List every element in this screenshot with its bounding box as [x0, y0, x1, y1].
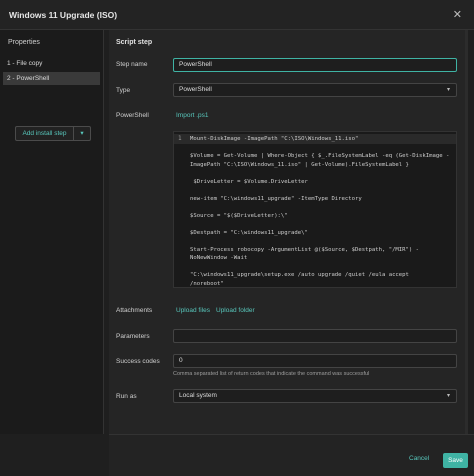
chevron-down-icon: ▾ — [446, 87, 450, 93]
upload-files-link[interactable]: Upload files — [176, 307, 210, 314]
code-line: $Volume = Get-Volume | Where-Object { $_… — [190, 153, 450, 159]
code-editor[interactable]: 1 Mount-DiskImage -ImagePath "C:\ISO\Win… — [173, 131, 457, 288]
attachments-label: Attachments — [116, 307, 153, 314]
footer-bar: Cancel Save — [109, 434, 474, 476]
save-button[interactable]: Save — [443, 453, 468, 468]
success-codes-input[interactable]: 0 — [173, 354, 457, 368]
title-bar: Windows 11 Upgrade (ISO) ✕ — [0, 0, 474, 30]
line-number: 1 — [178, 135, 182, 142]
sidebar-item-file-copy[interactable]: 1 - File copy — [3, 57, 100, 70]
type-label: Type — [116, 87, 131, 94]
parameters-input[interactable] — [173, 329, 457, 343]
type-select[interactable]: PowerShell ▾ — [173, 83, 457, 97]
type-value: PowerShell — [179, 86, 212, 93]
code-line: Start-Process robocopy -ArgumentList @($… — [190, 246, 420, 253]
code-line: "C:\windows11_upgrade\setup.exe /auto up… — [190, 272, 409, 278]
success-codes-help: Comma separated list of return codes tha… — [173, 371, 370, 377]
chevron-down-icon[interactable]: ▾ — [74, 127, 90, 140]
sidebar-item-powershell[interactable]: 2 - PowerShell — [3, 72, 100, 85]
code-line: NoNewWindow -Wait — [190, 255, 248, 261]
step-editor: Script step Step name PowerShell Type Po… — [109, 30, 468, 434]
add-install-step-button[interactable]: Add install step ▾ — [15, 126, 91, 141]
parameters-label: Parameters — [116, 333, 150, 340]
step-name-label: Step name — [116, 61, 148, 68]
code-line: $DriveLetter = $Volume.DriveLetter — [190, 178, 308, 185]
scrollbar[interactable] — [465, 30, 468, 434]
success-codes-label: Success codes — [116, 358, 160, 365]
chevron-down-icon: ▾ — [446, 393, 450, 399]
sidebar-title: Properties — [8, 39, 40, 46]
step-name-input[interactable]: PowerShell — [173, 58, 457, 72]
properties-sidebar: Properties 1 - File copy 2 - PowerShell … — [0, 30, 104, 434]
code-line: Mount-DiskImage -ImagePath "C:\ISO\Windo… — [190, 136, 359, 142]
run-as-select[interactable]: Local system ▾ — [173, 389, 457, 403]
code-line: $Source = "$($DriveLetter):\" — [190, 212, 288, 219]
code-line: /noreboot" — [190, 280, 224, 287]
cancel-button[interactable]: Cancel — [409, 455, 429, 462]
window-title: Windows 11 Upgrade (ISO) — [9, 10, 118, 20]
upload-folder-link[interactable]: Upload folder — [216, 307, 255, 314]
code-line: $Destpath = "C:\windows11_upgrade\" — [190, 229, 308, 236]
run-as-value: Local system — [179, 392, 217, 399]
add-install-step-label[interactable]: Add install step — [16, 127, 74, 140]
run-as-label: Run as — [116, 393, 137, 400]
code-line: ImagePath "C:\ISO\Windows_11.iso" | Get-… — [190, 161, 409, 168]
powershell-label: PowerShell — [116, 112, 149, 119]
section-title: Script step — [116, 39, 153, 46]
import-ps1-link[interactable]: Import .ps1 — [176, 112, 209, 119]
close-icon[interactable]: ✕ — [453, 8, 462, 21]
code-line: new-item "C:\windows11_upgrade" -ItemTyp… — [190, 195, 362, 202]
